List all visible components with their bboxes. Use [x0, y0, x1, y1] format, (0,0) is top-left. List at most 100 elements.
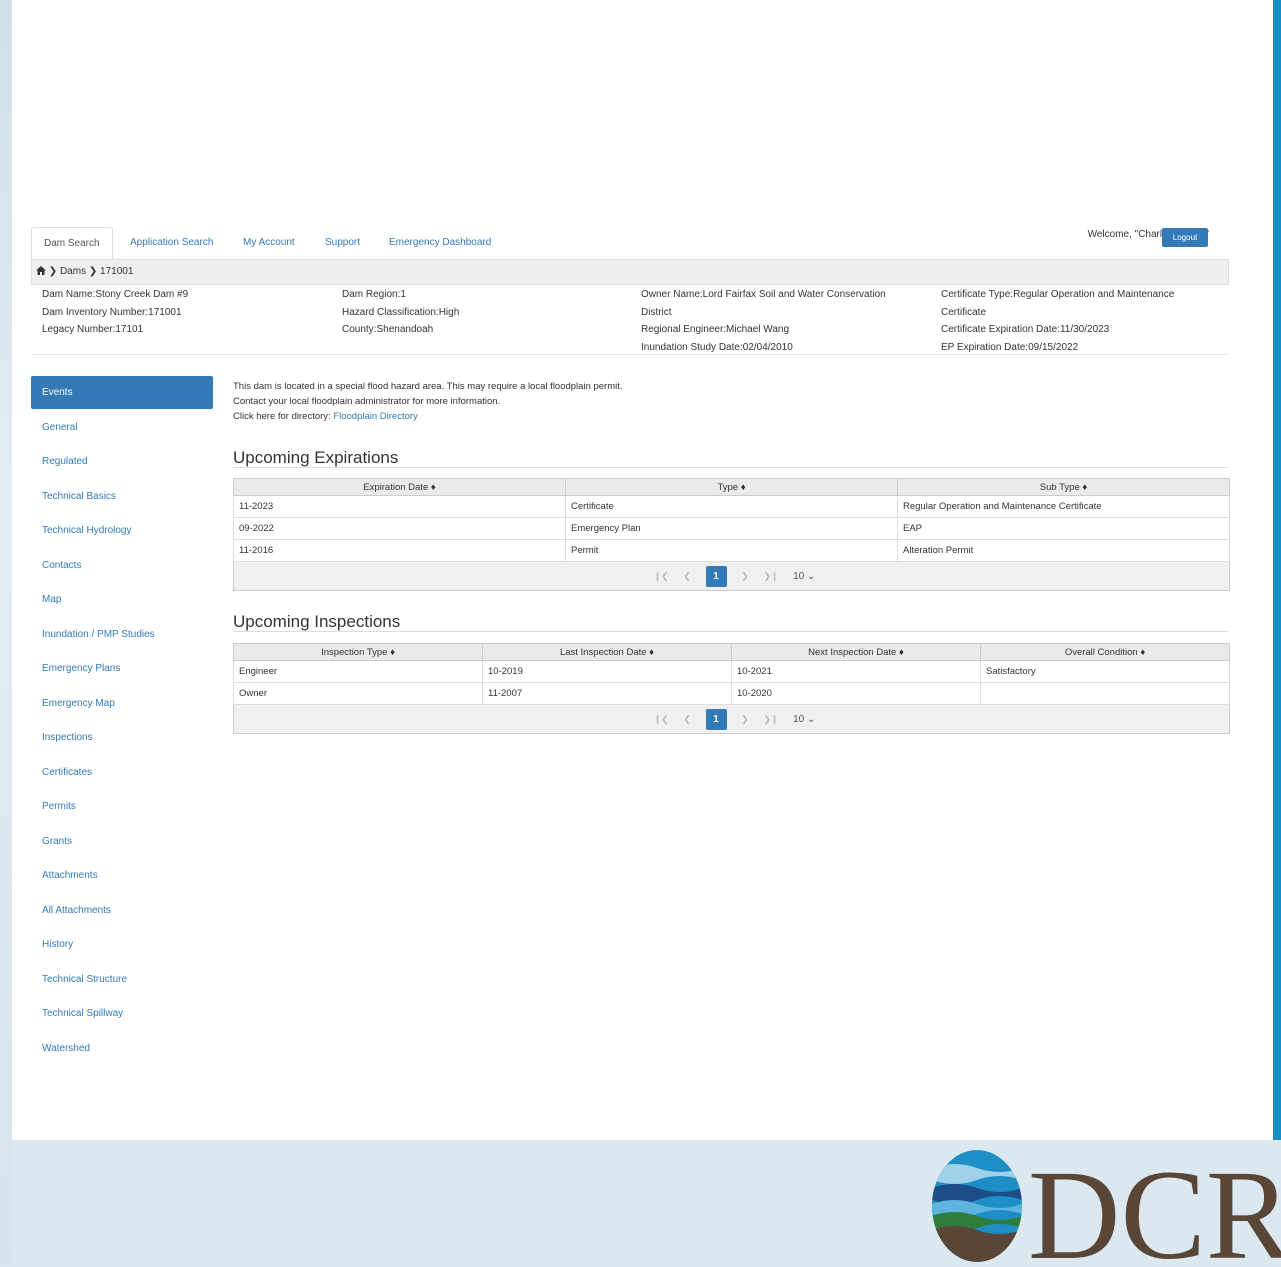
dam-region: Dam Region:1	[342, 289, 406, 300]
legacy-number: Legacy Number:17101	[42, 324, 144, 335]
page-size-select[interactable]: 10 ⌄	[793, 571, 815, 582]
tab-support[interactable]: Support	[325, 227, 360, 259]
sidebar-item-regulated[interactable]: Regulated	[31, 445, 213, 480]
last-page-icon[interactable]: ❯❙	[763, 571, 778, 582]
cell-inspection-type: Owner	[233, 682, 483, 705]
next-page-icon[interactable]: ❯	[741, 571, 749, 582]
dam-info-col3: Owner Name:Lord Fairfax Soil and Water C…	[641, 286, 886, 356]
inspections-table: Inspection Type ♦ Last Inspection Date ♦…	[233, 643, 1230, 734]
page-size-value: 10	[793, 570, 805, 582]
sidebar-item-inundation-pmp-studies[interactable]: Inundation / PMP Studies	[31, 618, 213, 653]
dam-inventory-number: Dam Inventory Number:171001	[42, 306, 182, 318]
page-size-value: 10	[793, 713, 805, 725]
sidebar-item-emergency-plans[interactable]: Emergency Plans	[31, 652, 213, 687]
cell-sub-type: EAP	[897, 517, 1230, 540]
chevron-down-icon: ⌄	[807, 570, 816, 582]
col-header-next-inspection-date[interactable]: Next Inspection Date ♦	[731, 643, 981, 661]
sidebar-item-permits[interactable]: Permits	[31, 790, 213, 825]
dam-info-col2: Dam Region:1 Hazard Classification:High …	[342, 286, 459, 339]
tab-my-account[interactable]: My Account	[243, 227, 295, 259]
cell-expiration-date: 11-2023	[233, 495, 566, 518]
sidebar-item-attachments[interactable]: Attachments	[31, 859, 213, 894]
certificate-type-cont: Certificate	[941, 306, 987, 318]
owner-name: Owner Name:Lord Fairfax Soil and Water C…	[641, 289, 886, 300]
sidebar-item-contacts[interactable]: Contacts	[31, 549, 213, 584]
current-page-button[interactable]: 1	[705, 708, 727, 730]
certificate-expiration-date: Certificate Expiration Date:11/30/2023	[941, 324, 1110, 335]
upcoming-expirations-title: Upcoming Expirations	[233, 448, 399, 467]
cell-type: Emergency Plan	[565, 517, 898, 540]
table-row[interactable]: Engineer 10-2019 10-2021 Satisfactory	[233, 660, 1230, 683]
cell-type: Certificate	[565, 495, 898, 518]
sidebar-item-map[interactable]: Map	[31, 583, 213, 618]
sidebar-item-general[interactable]: General	[31, 411, 213, 446]
cell-overall-condition	[980, 682, 1230, 705]
sidebar-item-technical-structure[interactable]: Technical Structure	[31, 963, 213, 998]
col-header-type[interactable]: Type ♦	[565, 478, 898, 496]
home-icon[interactable]	[36, 266, 49, 277]
table-row[interactable]: 11-2023 Certificate Regular Operation an…	[233, 495, 1230, 518]
sidebar-item-technical-basics[interactable]: Technical Basics	[31, 480, 213, 515]
table-row[interactable]: 09-2022 Emergency Plan EAP	[233, 517, 1230, 540]
prev-page-icon[interactable]: ❮	[683, 571, 691, 582]
last-page-icon[interactable]: ❯❙	[763, 714, 778, 725]
cell-sub-type: Alteration Permit	[897, 539, 1230, 562]
cell-type: Permit	[565, 539, 898, 562]
col-header-overall-condition[interactable]: Overall Condition ♦	[980, 643, 1230, 661]
pagination-row: ❙❮ ❮ 1 ❯ ❯❙ 10 ⌄	[233, 704, 1230, 734]
cell-last-inspection-date: 11-2007	[482, 682, 732, 705]
pagination: ❙❮ ❮ 1 ❯ ❯❙ 10 ⌄	[233, 561, 1230, 591]
sidebar-item-watershed[interactable]: Watershed	[31, 1032, 213, 1067]
dam-info-col1: Dam Name:Stony Creek Dam #9 Dam Inventor…	[42, 286, 188, 339]
notice-line-3-prefix: Click here for directory:	[233, 411, 334, 422]
cell-expiration-date: 11-2016	[233, 539, 566, 562]
floodplain-directory-link[interactable]: Floodplain Directory	[333, 411, 417, 422]
tab-application-search[interactable]: Application Search	[130, 227, 213, 259]
notice-line-1: This dam is located in a special flood h…	[233, 381, 623, 392]
col-header-sub-type[interactable]: Sub Type ♦	[897, 478, 1230, 496]
sidebar-item-technical-hydrology[interactable]: Technical Hydrology	[31, 514, 213, 549]
sidebar-item-emergency-map[interactable]: Emergency Map	[31, 687, 213, 722]
col-header-last-inspection-date[interactable]: Last Inspection Date ♦	[482, 643, 732, 661]
certificate-type: Certificate Type:Regular Operation and M…	[941, 289, 1175, 300]
table-row[interactable]: 11-2016 Permit Alteration Permit	[233, 539, 1230, 562]
divider	[233, 467, 1228, 468]
dam-info-col4: Certificate Type:Regular Operation and M…	[941, 286, 1174, 356]
first-page-icon[interactable]: ❙❮	[654, 571, 669, 582]
divider	[233, 631, 1228, 632]
cell-overall-condition: Satisfactory	[980, 660, 1230, 683]
next-page-icon[interactable]: ❯	[741, 714, 749, 725]
divider	[31, 354, 1228, 355]
pagination-row: ❙❮ ❮ 1 ❯ ❯❙ 10 ⌄	[233, 561, 1230, 591]
cell-last-inspection-date: 10-2019	[482, 660, 732, 683]
breadcrumb: ❯ Dams ❯ 171001	[31, 259, 1229, 285]
prev-page-icon[interactable]: ❮	[683, 714, 691, 725]
sidebar-item-inspections[interactable]: Inspections	[31, 721, 213, 756]
right-accent-bar	[1273, 0, 1281, 1140]
county: County:Shenandoah	[342, 324, 434, 335]
col-header-inspection-type[interactable]: Inspection Type ♦	[233, 643, 483, 661]
current-page-button[interactable]: 1	[705, 565, 727, 587]
tab-emergency-dashboard[interactable]: Emergency Dashboard	[389, 227, 491, 259]
sidebar: Events General Regulated Technical Basic…	[31, 376, 213, 1066]
owner-name-cont: District	[641, 306, 672, 318]
sidebar-item-history[interactable]: History	[31, 928, 213, 963]
logout-button[interactable]: Logout	[1162, 228, 1208, 247]
col-header-expiration-date[interactable]: Expiration Date ♦	[233, 478, 566, 496]
page-size-select[interactable]: 10 ⌄	[793, 714, 815, 725]
chevron-down-icon: ⌄	[807, 713, 816, 725]
sidebar-item-events[interactable]: Events	[31, 376, 213, 409]
hazard-classification: Hazard Classification:High	[342, 306, 460, 318]
sidebar-item-certificates[interactable]: Certificates	[31, 756, 213, 791]
first-page-icon[interactable]: ❙❮	[654, 714, 669, 725]
regional-engineer: Regional Engineer:Michael Wang	[641, 324, 790, 335]
sidebar-item-all-attachments[interactable]: All Attachments	[31, 894, 213, 929]
upcoming-inspections-title: Upcoming Inspections	[233, 612, 401, 631]
breadcrumb-dams[interactable]: Dams	[60, 266, 86, 277]
sidebar-item-grants[interactable]: Grants	[31, 825, 213, 860]
chevron-right-icon: ❯	[88, 266, 98, 277]
table-row[interactable]: Owner 11-2007 10-2020	[233, 682, 1230, 705]
tab-dam-search[interactable]: Dam Search	[31, 227, 113, 261]
notice-line-2: Contact your local floodplain administra…	[233, 396, 501, 407]
sidebar-item-technical-spillway[interactable]: Technical Spillway	[31, 997, 213, 1032]
